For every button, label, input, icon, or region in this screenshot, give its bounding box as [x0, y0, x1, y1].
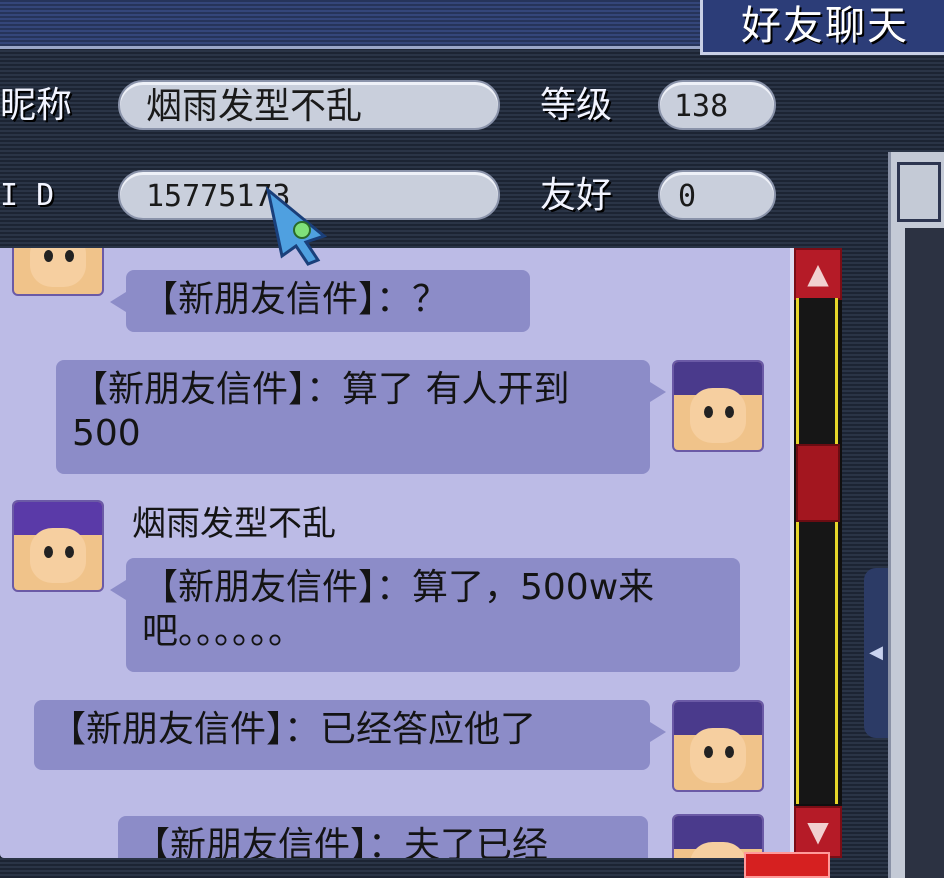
chat-panel[interactable]: 【新朋友信件】：？ 【新朋友信件】：算了 有人开到500 烟雨发型不乱 【新朋友… — [0, 248, 794, 858]
message-text: 【新朋友信件】：算了 有人开到500 — [72, 369, 570, 454]
avatar — [672, 700, 764, 792]
scroll-thumb[interactable] — [796, 444, 840, 522]
chat-scrollbar[interactable]: ▲ ▼ — [794, 248, 842, 858]
scroll-track[interactable] — [796, 298, 838, 804]
level-label: 等级 — [540, 85, 613, 126]
frame-ornament-icon — [897, 162, 941, 222]
pointer-cursor-icon — [265, 186, 328, 266]
message-text: 【新朋友信件】：？ — [142, 279, 449, 320]
avatar — [12, 500, 104, 592]
friendship-label: 友好 — [540, 175, 613, 216]
chat-bubble: 【新朋友信件】：已经答应他了 — [34, 700, 666, 770]
side-collapse-handle[interactable]: ◀ — [864, 568, 888, 738]
scroll-up-button[interactable]: ▲ — [794, 248, 842, 300]
arrow-up-icon: ▲ — [807, 257, 829, 290]
chat-bubble: 【新朋友信件】：算了，500w来吧。。。。。。 — [110, 558, 740, 672]
right-frame — [888, 152, 944, 878]
scroll-down-button[interactable]: ▼ — [794, 806, 842, 858]
message-text: 【新朋友信件】：夫了已经 — [134, 825, 549, 858]
chevron-left-icon: ◀ — [869, 642, 883, 663]
notification-icon[interactable] — [744, 852, 830, 878]
avatar — [12, 248, 104, 296]
avatar — [672, 360, 764, 452]
friendship-field: 0 — [658, 170, 776, 220]
sender-name: 烟雨发型不乱 — [132, 504, 336, 544]
nickname-label: 昵称 — [0, 85, 73, 126]
nickname-field: 烟雨发型不乱 — [118, 80, 500, 130]
id-label: I D — [0, 178, 55, 213]
window-title: 好友聊天 — [700, 0, 944, 55]
chat-bubble: 【新朋友信件】：夫了已经 — [118, 816, 648, 858]
arrow-down-icon: ▼ — [807, 815, 829, 848]
chat-bubble: 【新朋友信件】：算了 有人开到500 — [56, 360, 666, 474]
frame-inner — [905, 228, 944, 878]
level-field: 138 — [658, 80, 776, 130]
chat-bubble: 【新朋友信件】：？ — [110, 270, 530, 332]
message-text: 【新朋友信件】：已经答应他了 — [50, 709, 537, 750]
message-text: 【新朋友信件】：算了，500w来吧。。。。。。 — [142, 567, 655, 652]
